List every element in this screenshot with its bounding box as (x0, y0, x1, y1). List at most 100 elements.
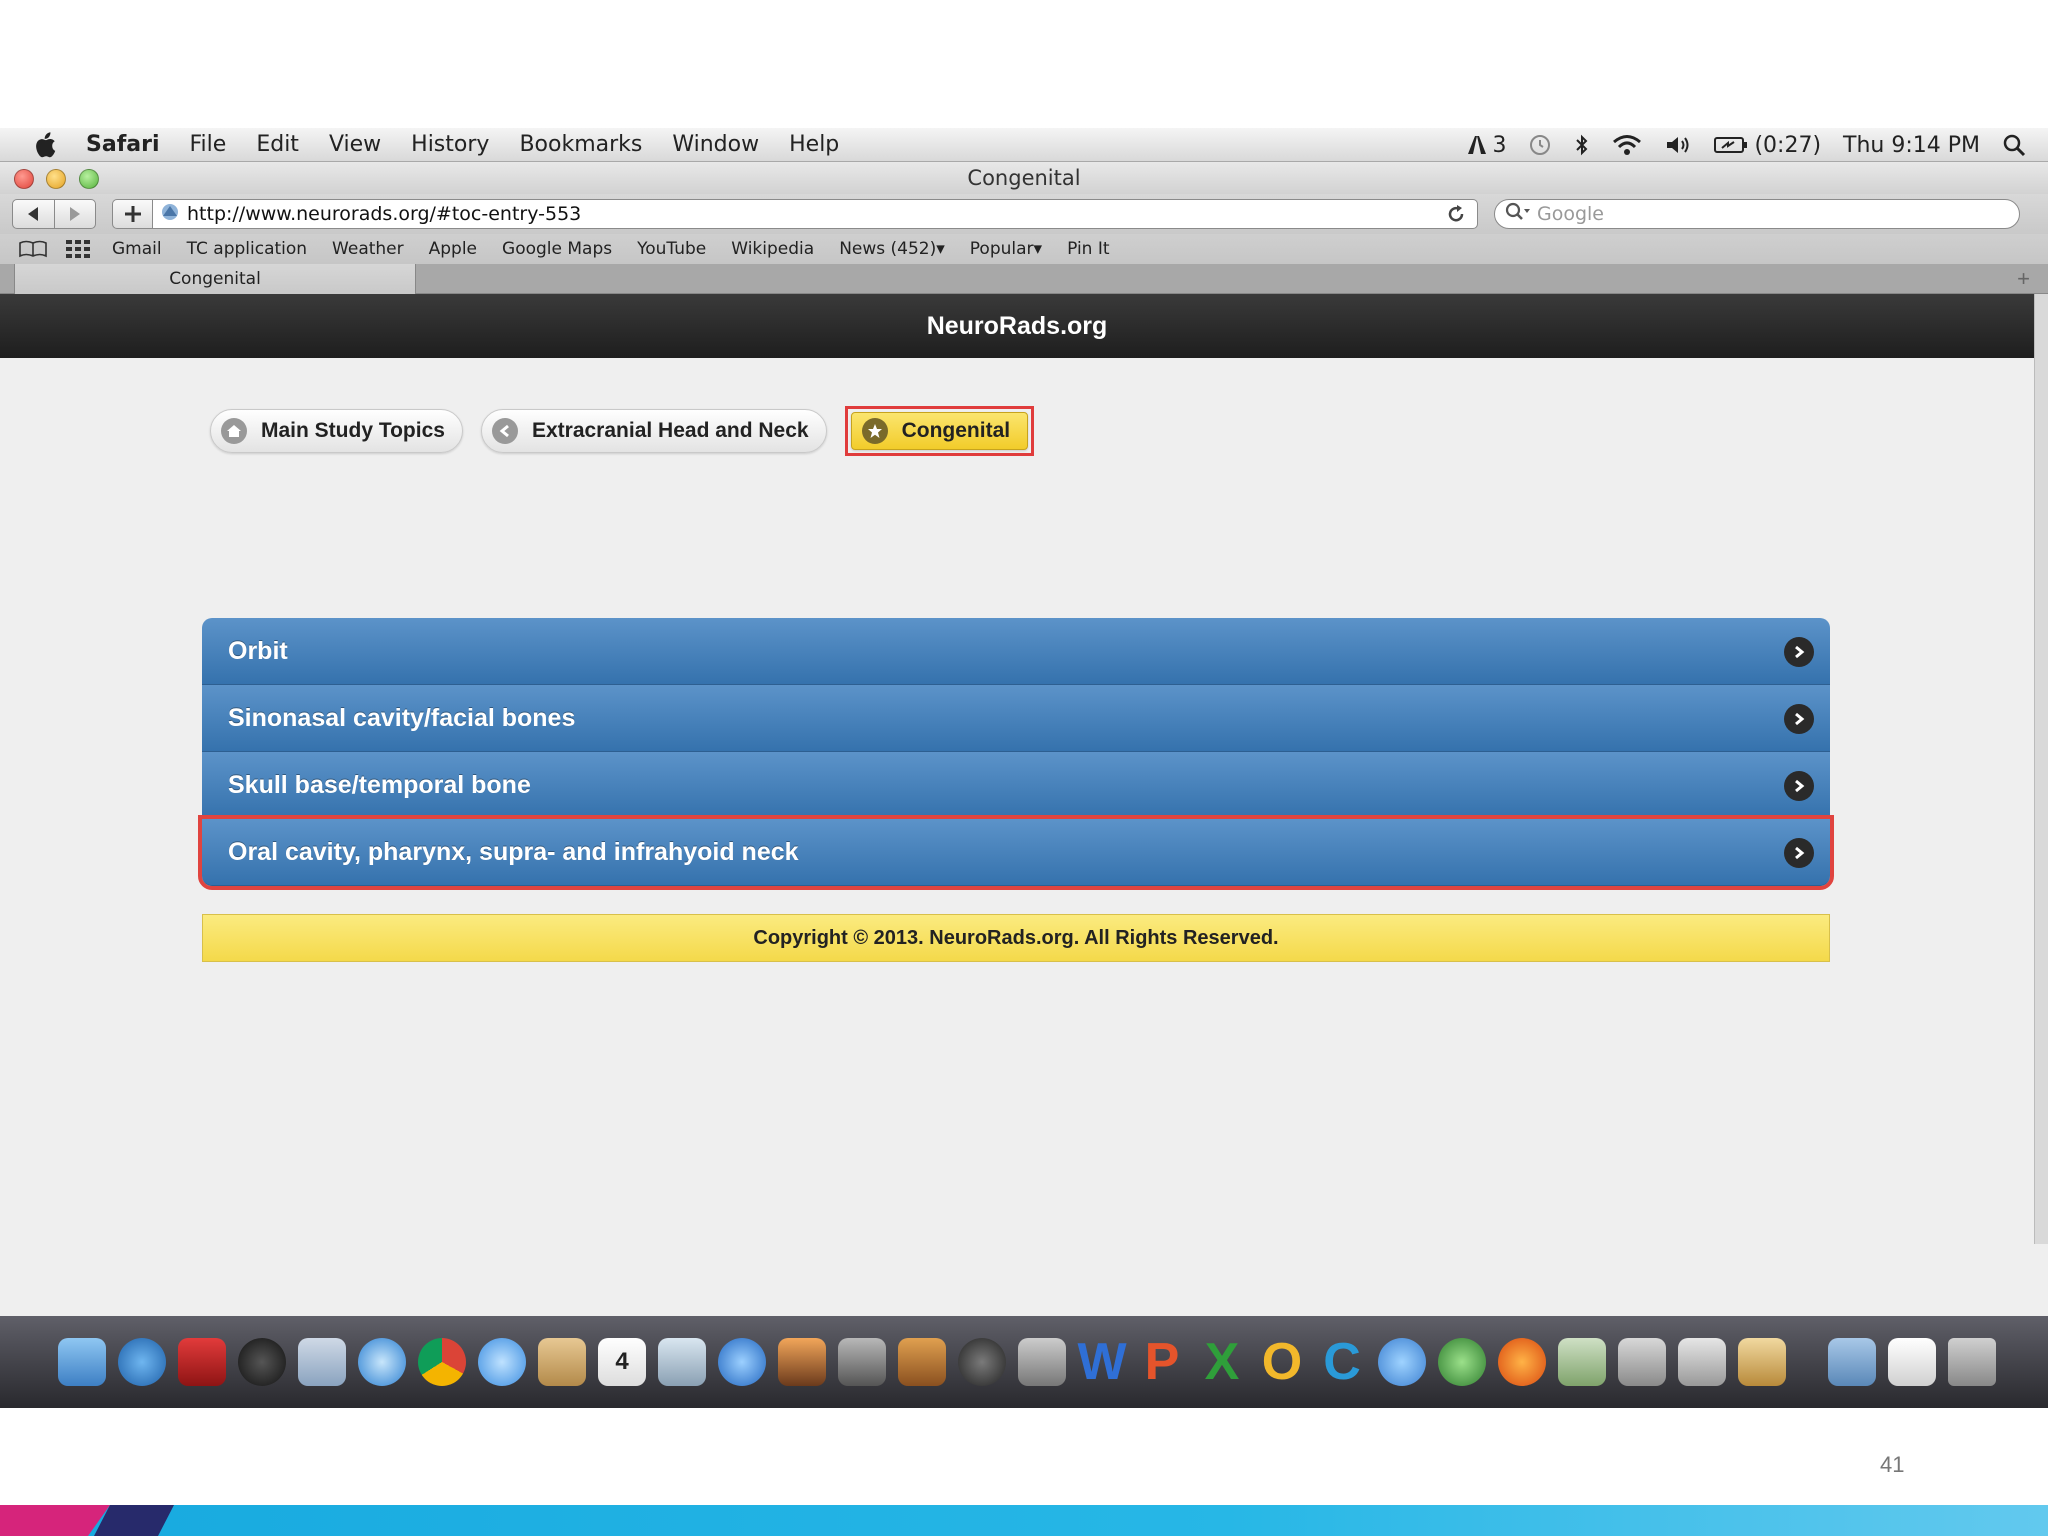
image-capture-icon[interactable] (1558, 1338, 1606, 1386)
tab-congenital[interactable]: Congenital (14, 264, 416, 294)
list-item-oral-cavity[interactable]: Oral cavity, pharynx, supra- and infrahy… (198, 815, 1834, 890)
scrollbar[interactable] (2034, 294, 2048, 1244)
bookmark-youtube[interactable]: YouTube (637, 239, 706, 259)
window-title-bar: Congenital (0, 162, 2048, 194)
safari-icon[interactable] (358, 1338, 406, 1386)
tab-label: Congenital (169, 269, 261, 289)
powerpoint-icon[interactable]: P (1138, 1333, 1186, 1391)
itunes-icon[interactable] (718, 1338, 766, 1386)
list-item-label: Skull base/temporal bone (228, 770, 531, 799)
bookmark-google-maps[interactable]: Google Maps (502, 239, 612, 259)
crumb-congenital[interactable]: Congenital (850, 412, 1029, 450)
bookmark-apple[interactable]: Apple (429, 239, 477, 259)
bookmark-wikipedia[interactable]: Wikipedia (731, 239, 814, 259)
menu-app-name[interactable]: Safari (86, 132, 160, 157)
back-button[interactable] (13, 200, 55, 228)
address-book-icon[interactable] (538, 1338, 586, 1386)
clock[interactable]: Thu 9:14 PM (1843, 133, 1980, 158)
list-item-skull-base[interactable]: Skull base/temporal bone (202, 752, 1830, 819)
new-tab-icon[interactable]: + (2017, 266, 2030, 292)
forward-button[interactable] (55, 200, 96, 228)
list-item-orbit[interactable]: Orbit (202, 618, 1830, 685)
menu-file[interactable]: File (190, 132, 227, 157)
calendar-icon[interactable]: 4 (598, 1338, 646, 1386)
slide-page-number: 41 (1880, 1452, 1905, 1477)
applications-folder-icon[interactable] (1828, 1338, 1876, 1386)
garageband-icon[interactable] (898, 1338, 946, 1386)
messenger-icon[interactable] (1378, 1338, 1426, 1386)
photo-booth-icon[interactable] (178, 1338, 226, 1386)
menu-view[interactable]: View (329, 132, 381, 157)
ichat-icon[interactable] (478, 1338, 526, 1386)
volume-icon[interactable] (1664, 133, 1692, 157)
menu-history[interactable]: History (411, 132, 489, 157)
copyright-text: Copyright © 2013. NeuroRads.org. All Rig… (753, 926, 1279, 949)
preview-icon[interactable] (658, 1338, 706, 1386)
crumb-main-study-topics[interactable]: Main Study Topics (210, 409, 463, 453)
imovie-icon[interactable] (838, 1338, 886, 1386)
slide: Safari File Edit View History Bookmarks … (0, 0, 2048, 1536)
battery-status[interactable]: (0:27) (1714, 133, 1821, 158)
chevron-right-icon (1784, 771, 1814, 801)
plus-icon (124, 206, 141, 222)
crumb-label: Congenital (901, 419, 1011, 442)
site-header: NeuroRads.org (0, 294, 2034, 358)
list-item-label: Sinonasal cavity/facial bones (228, 703, 576, 732)
app-store-icon[interactable] (118, 1338, 166, 1386)
minimize-window-button[interactable] (46, 169, 66, 189)
list-item-sinonasal[interactable]: Sinonasal cavity/facial bones (202, 685, 1830, 752)
firefox-icon[interactable] (1498, 1338, 1546, 1386)
close-window-button[interactable] (14, 169, 34, 189)
menu-window[interactable]: Window (672, 132, 759, 157)
adobe-count: 3 (1492, 132, 1507, 158)
back-arrow-icon (28, 207, 39, 221)
iphoto-icon[interactable] (778, 1338, 826, 1386)
menu-edit[interactable]: Edit (256, 132, 299, 157)
textedit-icon[interactable] (1738, 1338, 1786, 1386)
bookmark-weather[interactable]: Weather (332, 239, 404, 259)
bookmark-popular-folder[interactable]: Popular▾ (970, 239, 1042, 259)
search-field[interactable]: Google (1494, 199, 2020, 229)
chrome-icon[interactable] (418, 1338, 466, 1386)
address-bar[interactable]: http://www.neurorads.org/#toc-entry-553 (152, 199, 1478, 229)
trash-icon[interactable] (1948, 1338, 1996, 1386)
list-item-label: Orbit (228, 636, 288, 665)
breadcrumb: Main Study Topics Extracranial Head and … (210, 406, 1035, 456)
time-machine-dock-icon[interactable] (958, 1338, 1006, 1386)
menu-help[interactable]: Help (789, 132, 839, 157)
menu-bookmarks[interactable]: Bookmarks (519, 132, 642, 157)
time-machine-icon[interactable] (1528, 133, 1552, 157)
web-page: NeuroRads.org Main Study Topics Extracra… (0, 294, 2048, 1408)
communicator-icon[interactable]: C (1318, 1333, 1366, 1391)
spotlight-icon[interactable] (2002, 133, 2026, 157)
excel-icon[interactable]: X (1198, 1333, 1246, 1391)
apple-menu-icon[interactable] (30, 131, 60, 159)
bluetooth-icon[interactable] (1574, 133, 1590, 157)
bookmark-pin-it[interactable]: Pin It (1067, 239, 1109, 259)
menu-bar: Safari File Edit View History Bookmarks … (0, 128, 2048, 162)
hp-printer-icon[interactable] (1618, 1338, 1666, 1386)
crumb-extracranial-head-and-neck[interactable]: Extracranial Head and Neck (480, 409, 827, 453)
document-stack-icon[interactable] (1888, 1338, 1936, 1386)
add-bookmark-button[interactable] (112, 199, 152, 229)
finder-icon[interactable] (58, 1338, 106, 1386)
remote-desktop-icon[interactable] (1438, 1338, 1486, 1386)
top-sites-grid-icon[interactable] (66, 240, 90, 258)
bookmark-tc-application[interactable]: TC application (187, 239, 307, 259)
reading-list-icon[interactable] (18, 240, 48, 258)
zoom-window-button[interactable] (79, 169, 99, 189)
bookmark-gmail[interactable]: Gmail (112, 239, 162, 259)
reload-icon[interactable] (1445, 203, 1467, 230)
bookmark-news-folder[interactable]: News (452)▾ (839, 239, 945, 259)
wifi-icon[interactable] (1612, 133, 1642, 157)
word-icon[interactable]: W (1077, 1333, 1126, 1391)
adobe-status[interactable]: 3 (1466, 133, 1506, 158)
url-text: http://www.neurorads.org/#toc-entry-553 (187, 203, 582, 225)
hp-utility-icon[interactable] (1678, 1338, 1726, 1386)
forward-arrow-icon (69, 207, 80, 221)
mail-icon[interactable] (298, 1338, 346, 1386)
browser-toolbar: http://www.neurorads.org/#toc-entry-553 … (0, 194, 2048, 234)
dashboard-icon[interactable] (238, 1338, 286, 1386)
system-preferences-icon[interactable] (1018, 1338, 1066, 1386)
outlook-icon[interactable]: O (1258, 1333, 1306, 1391)
